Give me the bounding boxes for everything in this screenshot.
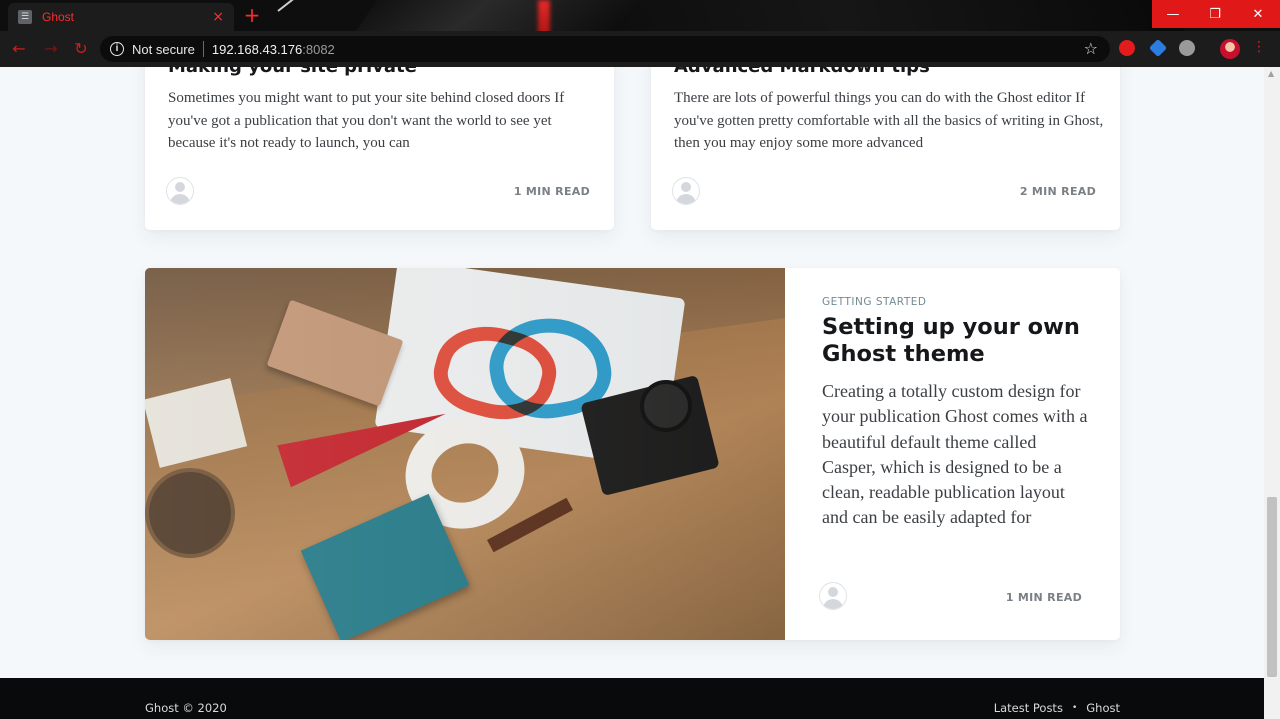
wallpaper-decoration bbox=[596, 0, 1204, 31]
wallpaper-decoration bbox=[538, 0, 550, 31]
avatar-head-shape bbox=[681, 182, 691, 192]
browser-menu-icon[interactable]: ⋮ bbox=[1252, 39, 1266, 55]
page-viewport: Making your site private Sometimes you m… bbox=[0, 67, 1264, 719]
window-minimize-button[interactable]: — bbox=[1152, 0, 1194, 28]
author-avatar-icon[interactable] bbox=[166, 177, 194, 205]
post-card-excerpt[interactable]: There are lots of powerful things you ca… bbox=[674, 87, 1104, 155]
avatar-body-shape bbox=[676, 194, 696, 204]
ghost-favicon-icon: ☰ bbox=[18, 10, 32, 24]
browser-tabstrip: ☰ Ghost × + — ❐ ✕ bbox=[0, 0, 1280, 31]
back-arrow-icon[interactable]: ← bbox=[8, 39, 30, 59]
bookmark-star-icon[interactable]: ☆ bbox=[1084, 39, 1098, 58]
extension-blue-icon[interactable] bbox=[1148, 38, 1168, 58]
featured-post-image[interactable] bbox=[145, 268, 785, 640]
window-restore-button[interactable]: ❐ bbox=[1194, 0, 1236, 28]
wallpaper-decoration bbox=[277, 0, 326, 12]
reading-time: 1 MIN READ bbox=[1005, 591, 1082, 604]
avatar-head-shape bbox=[175, 182, 185, 192]
tab-title: Ghost bbox=[42, 10, 75, 24]
site-footer: Ghost © 2020 Latest Posts • Ghost bbox=[0, 678, 1264, 719]
browser-toolbar: ← → ↻ i Not secure 192.168.43.176 :8082 … bbox=[0, 31, 1280, 67]
extension-red-icon[interactable] bbox=[1119, 40, 1135, 56]
author-avatar-icon[interactable] bbox=[819, 582, 847, 610]
avatar-body-shape bbox=[170, 194, 190, 204]
footer-link-ghost[interactable]: Ghost bbox=[1086, 701, 1120, 715]
post-tag[interactable]: Getting Started bbox=[822, 296, 926, 308]
footer-link-latest-posts[interactable]: Latest Posts bbox=[994, 701, 1063, 715]
reload-icon[interactable]: ↻ bbox=[70, 39, 92, 59]
footer-separator: • bbox=[1071, 703, 1078, 713]
url-host[interactable]: 192.168.43.176 bbox=[212, 42, 302, 57]
post-card-title[interactable]: Setting up your own Ghost theme bbox=[822, 314, 1092, 368]
reading-time: 2 MIN READ bbox=[1019, 185, 1096, 198]
profile-avatar-icon[interactable] bbox=[1220, 39, 1240, 59]
security-label[interactable]: Not secure bbox=[132, 42, 195, 57]
extension-download-icon[interactable] bbox=[1179, 40, 1195, 56]
post-card-excerpt[interactable]: Creating a totally custom design for you… bbox=[822, 379, 1092, 531]
scrollbar-thumb[interactable] bbox=[1267, 497, 1277, 677]
url-port[interactable]: :8082 bbox=[302, 42, 335, 57]
tab-close-icon[interactable]: × bbox=[212, 9, 224, 25]
browser-tab[interactable]: ☰ Ghost × bbox=[8, 3, 234, 31]
avatar-head-shape bbox=[828, 587, 838, 597]
post-card[interactable]: Making your site private Sometimes you m… bbox=[145, 67, 614, 230]
forward-arrow-icon[interactable]: → bbox=[40, 39, 62, 59]
post-card-excerpt[interactable]: Sometimes you might want to put your sit… bbox=[168, 87, 598, 155]
address-bar[interactable]: i Not secure 192.168.43.176 :8082 ☆ bbox=[100, 36, 1110, 62]
footer-nav: Latest Posts • Ghost bbox=[994, 701, 1120, 715]
author-avatar-icon[interactable] bbox=[672, 177, 700, 205]
new-tab-button[interactable]: + bbox=[240, 5, 264, 27]
post-card-title[interactable]: Advanced Markdown tips bbox=[674, 67, 930, 77]
featured-post-card[interactable]: Getting Started Setting up your own Ghos… bbox=[145, 268, 1120, 640]
footer-copyright[interactable]: Ghost © 2020 bbox=[145, 701, 227, 715]
omnibox-divider bbox=[202, 41, 204, 57]
page-scrollbar[interactable]: ▲ bbox=[1264, 67, 1280, 719]
avatar-body-shape bbox=[823, 599, 843, 609]
featured-post-content: Getting Started Setting up your own Ghos… bbox=[819, 268, 1120, 640]
wallpaper-decoration bbox=[328, 0, 652, 31]
post-card-title[interactable]: Making your site private bbox=[168, 67, 417, 77]
image-detail bbox=[145, 268, 785, 640]
scroll-up-arrow-icon[interactable]: ▲ bbox=[1268, 69, 1274, 78]
window-close-button[interactable]: ✕ bbox=[1236, 0, 1280, 28]
info-icon[interactable]: i bbox=[110, 42, 124, 56]
post-card[interactable]: Advanced Markdown tips There are lots of… bbox=[651, 67, 1120, 230]
reading-time: 1 MIN READ bbox=[513, 185, 590, 198]
